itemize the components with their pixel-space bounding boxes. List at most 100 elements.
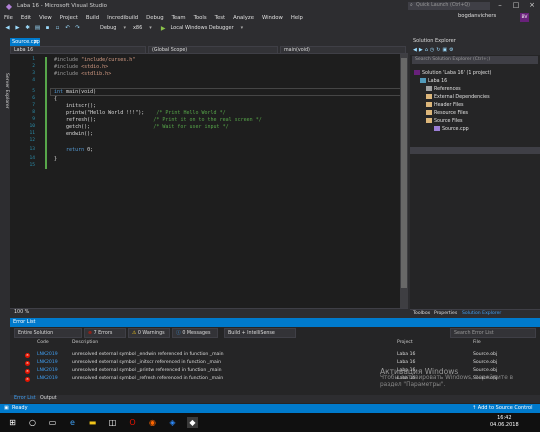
- start-debugger-button[interactable]: Local Windows Debugger: [168, 25, 235, 31]
- back-icon[interactable]: ◀: [4, 25, 11, 31]
- edge-icon[interactable]: e: [67, 417, 78, 428]
- references-icon: [426, 86, 432, 91]
- minimize-button[interactable]: –: [492, 0, 508, 12]
- server-explorer-tab[interactable]: Server Explorer: [1, 73, 9, 123]
- solution-explorer-title: Solution Explorer: [410, 37, 540, 46]
- scrollbar-thumb[interactable]: [401, 58, 407, 288]
- solution-search-input[interactable]: Search Solution Explorer (Ctrl+;): [412, 56, 538, 64]
- windows-start-icon[interactable]: ⊞: [7, 417, 18, 428]
- app-icon[interactable]: ◈: [167, 417, 178, 428]
- save-all-icon[interactable]: ▫: [54, 25, 61, 31]
- table-row[interactable]: × LNK2019 unresolved external symbol _init…: [10, 360, 540, 367]
- menu-analyze[interactable]: Analyze: [233, 15, 254, 21]
- opera-icon[interactable]: O: [127, 417, 138, 428]
- window-title: Laba 16 - Microsoft Visual Studio: [17, 3, 107, 9]
- nav-member-dropdown[interactable]: main(void): [280, 46, 406, 54]
- menu-edit[interactable]: Edit: [21, 15, 31, 21]
- menu-build[interactable]: Build: [86, 15, 99, 21]
- menu-incredibuild[interactable]: Incredibuild: [107, 15, 138, 21]
- tab-output[interactable]: Output: [40, 395, 57, 403]
- line-number: 12: [29, 138, 35, 143]
- menu-team[interactable]: Team: [172, 15, 186, 21]
- tab-properties[interactable]: Properties: [434, 310, 457, 318]
- play-icon[interactable]: ▶: [161, 25, 166, 32]
- user-name[interactable]: bogdanvichers: [458, 13, 496, 19]
- menu-help[interactable]: Help: [291, 15, 303, 21]
- solution-config-select[interactable]: Debug: [98, 25, 118, 31]
- forward-icon[interactable]: ▶: [14, 25, 21, 31]
- col-project[interactable]: Project: [397, 340, 413, 345]
- code-line: {: [54, 96, 58, 102]
- line-number: 3: [32, 71, 35, 76]
- line-number: 6: [32, 96, 35, 101]
- zoom-select[interactable]: 100 %: [14, 309, 29, 317]
- close-button[interactable]: ×: [524, 0, 540, 12]
- error-icon: ×: [25, 353, 30, 358]
- media-icon[interactable]: ◉: [147, 417, 158, 428]
- avatar[interactable]: BV: [520, 13, 529, 22]
- tree-resource-files[interactable]: Resource Files: [426, 110, 468, 117]
- zoom-bar: 100 %: [10, 308, 408, 316]
- col-description[interactable]: Description: [72, 340, 98, 345]
- scope-select[interactable]: Entire Solution: [14, 328, 82, 338]
- solution-icon: [414, 70, 420, 75]
- menu-test[interactable]: Test: [215, 15, 225, 21]
- visual-studio-taskbar-icon[interactable]: ◆: [187, 417, 198, 428]
- menu-project[interactable]: Project: [60, 15, 78, 21]
- warnings-filter-button[interactable]: ⚠ 0 Warnings: [128, 328, 170, 338]
- code-line: printw("Hello World !!!"); /* Print Hell…: [54, 110, 226, 116]
- task-view-icon[interactable]: ▭: [47, 417, 58, 428]
- menu-window[interactable]: Window: [262, 15, 283, 21]
- platform-select[interactable]: x86: [131, 25, 144, 31]
- tree-references[interactable]: References: [426, 86, 461, 93]
- nav-scope-dropdown[interactable]: (Global Scope): [148, 46, 278, 54]
- line-number: 2: [32, 64, 35, 69]
- menu-debug[interactable]: Debug: [146, 15, 163, 21]
- messages-filter-button[interactable]: ⓘ 0 Messages: [172, 328, 218, 338]
- source-control-button[interactable]: ↑ Add to Source Control: [472, 404, 533, 413]
- redo-icon[interactable]: ↷: [74, 25, 81, 31]
- menu-tools[interactable]: Tools: [194, 15, 207, 21]
- error-icon: ×: [25, 369, 30, 374]
- tree-source-cpp[interactable]: Source.cpp: [434, 126, 469, 133]
- tab-error-list[interactable]: Error List: [14, 395, 36, 403]
- editor-scrollbar[interactable]: [400, 54, 408, 308]
- tree-header-files[interactable]: Header Files: [426, 102, 464, 109]
- tree-source-files[interactable]: Source Files: [426, 118, 463, 125]
- col-file[interactable]: File: [473, 340, 481, 345]
- tab-source-cpp[interactable]: Source.cpp ×: [10, 38, 40, 46]
- tree-solution[interactable]: Solution 'Laba 16' (1 project): [414, 70, 491, 77]
- error-icon: ×: [25, 361, 30, 366]
- project-icon: [420, 78, 426, 83]
- menu-file[interactable]: File: [4, 15, 13, 21]
- warning-icon: ⚠: [132, 331, 137, 336]
- quick-launch-input[interactable]: ⌕ Quick Launch (Ctrl+Q): [408, 2, 490, 10]
- store-icon[interactable]: ◫: [107, 417, 118, 428]
- status-icon: ▣: [4, 405, 9, 411]
- tab-solution-explorer[interactable]: Solution Explorer: [462, 310, 501, 318]
- folder-icon: [426, 94, 432, 99]
- code-line: endwin();: [54, 131, 94, 137]
- tree-project[interactable]: Laba 16: [420, 78, 447, 85]
- table-row[interactable]: × LNK2019 unresolved external symbol _endw…: [10, 352, 540, 359]
- tree-external-dependencies[interactable]: External Dependencies: [426, 94, 490, 101]
- new-project-icon[interactable]: ✱: [24, 25, 31, 31]
- col-code[interactable]: Code: [37, 340, 49, 345]
- error-search-input[interactable]: Search Error List: [450, 328, 536, 338]
- clock: 16:42 04.06.2018: [490, 415, 519, 428]
- close-tab-icon[interactable]: ×: [34, 38, 38, 46]
- status-text: Ready: [12, 405, 28, 411]
- build-filter-select[interactable]: Build + IntelliSense: [224, 328, 296, 338]
- code-line: return 0;: [54, 147, 94, 153]
- line-number: 14: [29, 156, 35, 161]
- maximize-button[interactable]: □: [508, 0, 524, 12]
- nav-project-dropdown[interactable]: Laba 16: [10, 46, 146, 54]
- open-folder-icon[interactable]: ▤: [34, 25, 41, 31]
- save-icon[interactable]: ▪: [44, 25, 51, 31]
- tab-toolbox[interactable]: Toolbox: [413, 310, 430, 318]
- menu-view[interactable]: View: [39, 15, 52, 21]
- file-explorer-icon[interactable]: ▬: [87, 417, 98, 428]
- undo-icon[interactable]: ↶: [64, 25, 71, 31]
- search-icon[interactable]: ○: [27, 417, 38, 428]
- errors-filter-button[interactable]: ⊗ 7 Errors: [84, 328, 126, 338]
